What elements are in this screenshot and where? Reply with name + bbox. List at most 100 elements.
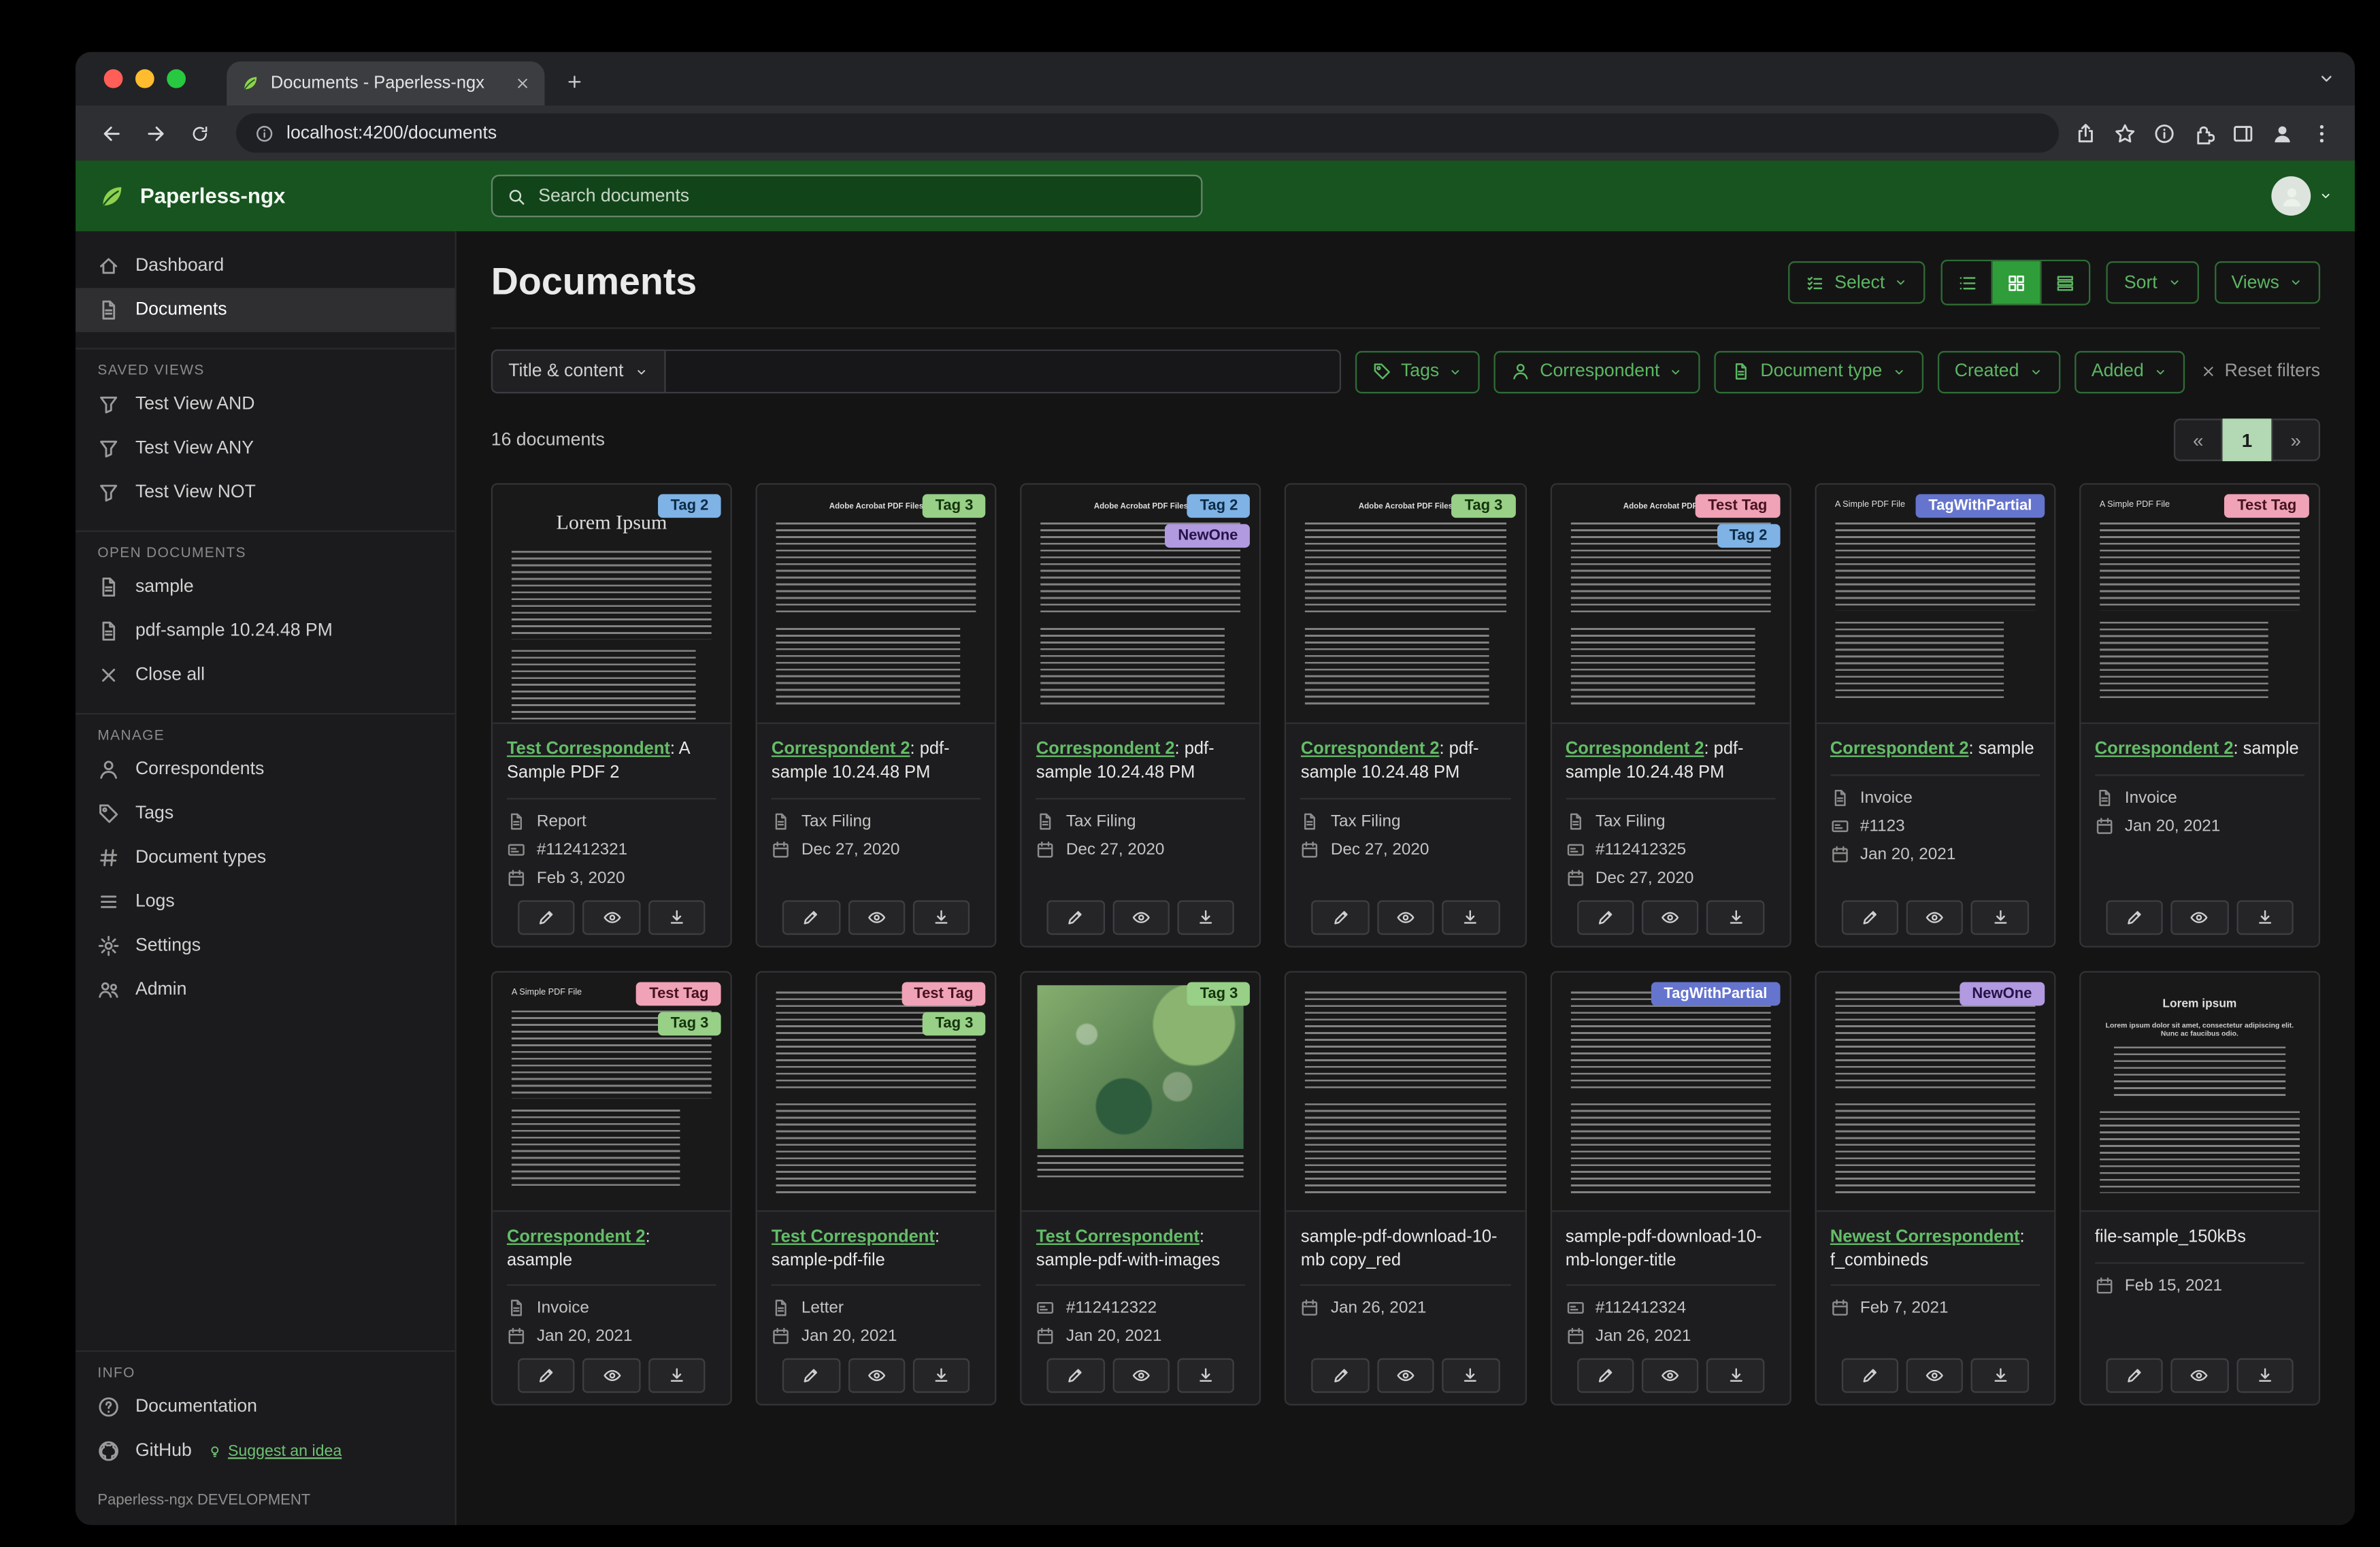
preview-button[interactable] <box>582 1359 641 1394</box>
filter-text-input[interactable] <box>665 349 1342 394</box>
app-logo[interactable]: Paperless-ngx <box>97 182 491 210</box>
document-card[interactable]: TagWithPartial sample-pdf-download-10-mb… <box>1549 970 1791 1406</box>
tag-badge[interactable]: Tag 2 <box>1717 524 1780 548</box>
browser-tab[interactable]: Documents - Paperless-ngx <box>227 61 545 106</box>
preview-button[interactable] <box>1376 899 1434 935</box>
sort-button[interactable]: Sort <box>2106 261 2198 304</box>
tags-filter-button[interactable]: Tags <box>1355 350 1481 393</box>
page-info-icon[interactable] <box>2153 122 2175 144</box>
tag-badge[interactable]: NewOne <box>1959 981 2045 1005</box>
correspondent-link[interactable]: Correspondent 2 <box>1830 739 1969 759</box>
preview-button[interactable] <box>847 899 906 935</box>
document-card[interactable]: NewOne Newest Correspondent: f_combineds… <box>1814 970 2056 1406</box>
download-button[interactable] <box>912 1359 970 1394</box>
browser-profile-icon[interactable] <box>2271 122 2293 144</box>
download-button[interactable] <box>2236 899 2294 935</box>
preview-button[interactable] <box>582 899 641 935</box>
minimize-window-button[interactable] <box>135 69 154 88</box>
select-button[interactable]: Select <box>1789 261 1926 304</box>
sidebar-item-documentation[interactable]: Documentation <box>76 1385 455 1429</box>
tag-badge[interactable]: Tag 3 <box>923 494 986 518</box>
download-button[interactable] <box>1177 899 1235 935</box>
correspondent-link[interactable]: Correspondent 2 <box>1036 739 1175 759</box>
edit-button[interactable] <box>1312 1359 1370 1394</box>
views-button[interactable]: Views <box>2213 261 2321 304</box>
edit-button[interactable] <box>1841 1359 1899 1394</box>
sidebar-item-test-view-any[interactable]: Test View ANY <box>76 427 455 471</box>
tag-badge[interactable]: Tag 3 <box>1452 494 1515 518</box>
filter-field-dropdown[interactable]: Title & content <box>491 349 666 394</box>
download-button[interactable] <box>1706 1359 1764 1394</box>
document-thumbnail[interactable]: Lorem ipsum Lorem ipsum dolor sit amet, … <box>2081 972 2319 1212</box>
document-card[interactable]: Lorem Ipsum Tag 2 Test Correspondent: A … <box>491 483 733 947</box>
document-card[interactable]: Adobe Acrobat PDF Files Test Tag Tag 2 C… <box>1549 483 1791 947</box>
correspondent-link[interactable]: Correspondent 2 <box>1301 739 1440 759</box>
download-button[interactable] <box>912 899 970 935</box>
edit-button[interactable] <box>1841 899 1899 935</box>
download-button[interactable] <box>1442 899 1500 935</box>
side-panel-icon[interactable] <box>2232 122 2254 144</box>
preview-button[interactable] <box>2170 1359 2228 1394</box>
correspondent-link[interactable]: Test Correspondent <box>772 1227 935 1246</box>
edit-button[interactable] <box>1576 1359 1634 1394</box>
edit-button[interactable] <box>518 899 576 935</box>
site-info-icon[interactable] <box>255 124 274 143</box>
sidebar-item-close-all[interactable]: Close all <box>76 653 455 697</box>
correspondent-link[interactable]: Correspondent 2 <box>772 739 910 759</box>
download-button[interactable] <box>1971 899 2029 935</box>
document-card[interactable]: sample-pdf-download-10-mb copy_red Jan 2… <box>1285 970 1527 1406</box>
correspondent-link[interactable]: Test Correspondent <box>1036 1227 1200 1246</box>
download-button[interactable] <box>1442 1359 1500 1394</box>
sidebar-item-open-doc-sample[interactable]: sample <box>76 565 455 610</box>
extensions-puzzle-icon[interactable] <box>2193 122 2215 144</box>
tab-close-icon[interactable] <box>515 76 531 91</box>
preview-button[interactable] <box>1641 1359 1699 1394</box>
preview-button[interactable] <box>847 1359 906 1394</box>
document-thumbnail[interactable]: A Simple PDF File TagWithPartial <box>1816 484 2054 725</box>
document-thumbnail[interactable]: TagWithPartial <box>1551 972 1789 1212</box>
download-button[interactable] <box>1971 1359 2029 1394</box>
edit-button[interactable] <box>1047 899 1105 935</box>
document-thumbnail[interactable]: Tag 3 <box>1022 972 1260 1212</box>
browser-menu-icon[interactable] <box>2311 122 2332 144</box>
tag-badge[interactable]: Test Tag <box>901 981 986 1005</box>
address-bar[interactable]: localhost:4200/documents <box>236 113 2060 153</box>
forward-button[interactable] <box>135 112 176 153</box>
document-thumbnail[interactable]: Adobe Acrobat PDF Files Test Tag Tag 2 <box>1551 484 1789 725</box>
download-button[interactable] <box>1177 1359 1235 1394</box>
correspondent-filter-button[interactable]: Correspondent <box>1494 350 1701 393</box>
sidebar-item-admin[interactable]: Admin <box>76 968 455 1012</box>
download-button[interactable] <box>648 899 706 935</box>
maximize-window-button[interactable] <box>167 69 186 88</box>
next-page-button[interactable]: » <box>2271 418 2321 461</box>
edit-button[interactable] <box>782 899 840 935</box>
sidebar-item-test-view-and[interactable]: Test View AND <box>76 382 455 427</box>
document-thumbnail[interactable]: A Simple PDF File Test Tag Tag 3 <box>493 972 731 1212</box>
preview-button[interactable] <box>1641 899 1699 935</box>
document-thumbnail[interactable]: Lorem Ipsum Tag 2 <box>493 484 731 725</box>
edit-button[interactable] <box>518 1359 576 1394</box>
document-card[interactable]: Adobe Acrobat PDF Files Tag 3 Correspond… <box>1285 483 1527 947</box>
document-card[interactable]: Test Tag Tag 3 Test Correspondent: sampl… <box>755 970 997 1406</box>
tag-badge[interactable]: Test Tag <box>636 981 721 1005</box>
global-search[interactable] <box>491 174 1203 218</box>
preview-button[interactable] <box>1112 1359 1170 1394</box>
share-icon[interactable] <box>2075 122 2096 144</box>
document-card[interactable]: Adobe Acrobat PDF Files Tag 2 NewOne Cor… <box>1020 483 1262 947</box>
tag-badge[interactable]: Tag 3 <box>923 1011 986 1035</box>
created-filter-button[interactable]: Created <box>1937 350 2060 393</box>
new-tab-button[interactable] <box>554 61 595 102</box>
tag-badge[interactable]: NewOne <box>1165 524 1251 548</box>
current-page-button[interactable]: 1 <box>2222 418 2272 461</box>
edit-button[interactable] <box>2106 899 2164 935</box>
document-card[interactable]: A Simple PDF File TagWithPartial Corresp… <box>1814 483 2056 947</box>
tag-badge[interactable]: TagWithPartial <box>1651 981 1780 1005</box>
document-thumbnail[interactable]: Adobe Acrobat PDF Files Tag 3 <box>1287 484 1525 725</box>
tab-search-button[interactable] <box>2317 67 2336 96</box>
sidebar-item-documents[interactable]: Documents <box>76 288 455 333</box>
correspondent-link[interactable]: Correspondent 2 <box>2095 739 2234 759</box>
back-button[interactable] <box>91 112 132 153</box>
reload-button[interactable] <box>180 112 220 153</box>
preview-button[interactable] <box>2170 899 2228 935</box>
sidebar-item-tags[interactable]: Tags <box>76 792 455 836</box>
